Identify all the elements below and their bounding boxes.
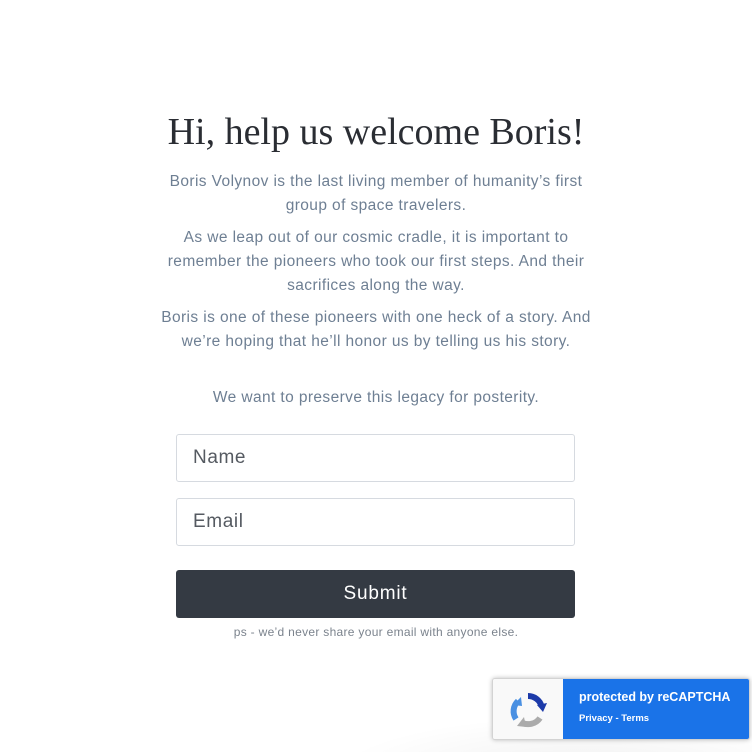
story-paragraph: Boris is one of these pioneers with one … (161, 309, 591, 350)
recaptcha-privacy-link[interactable]: Privacy (579, 713, 613, 724)
recaptcha-link-separator: - (612, 713, 622, 724)
legacy-paragraph: We want to preserve this legacy for post… (212, 389, 540, 406)
intro-paragraph: Boris Volynov is the last living member … (169, 173, 583, 214)
recaptcha-terms-link[interactable]: Terms (621, 713, 649, 724)
submit-button[interactable]: Submit (176, 570, 575, 618)
pioneers-paragraph: As we leap out of our cosmic cradle, it … (167, 229, 585, 294)
recaptcha-protected-text: protected by reCAPTCHA (579, 690, 731, 704)
email-input[interactable] (176, 498, 575, 546)
privacy-note: ps - we’d never share your email with an… (233, 625, 519, 639)
recaptcha-links: Privacy - Terms (579, 713, 649, 724)
recaptcha-text-area: protected by reCAPTCHA Privacy - Terms (563, 679, 749, 739)
recaptcha-logo-area (493, 679, 563, 739)
page-title: Hi, help us welcome Boris! (167, 111, 585, 153)
recaptcha-badge[interactable]: protected by reCAPTCHA Privacy - Terms (492, 678, 750, 740)
name-input[interactable] (176, 434, 575, 482)
recaptcha-logo-icon (510, 692, 547, 728)
